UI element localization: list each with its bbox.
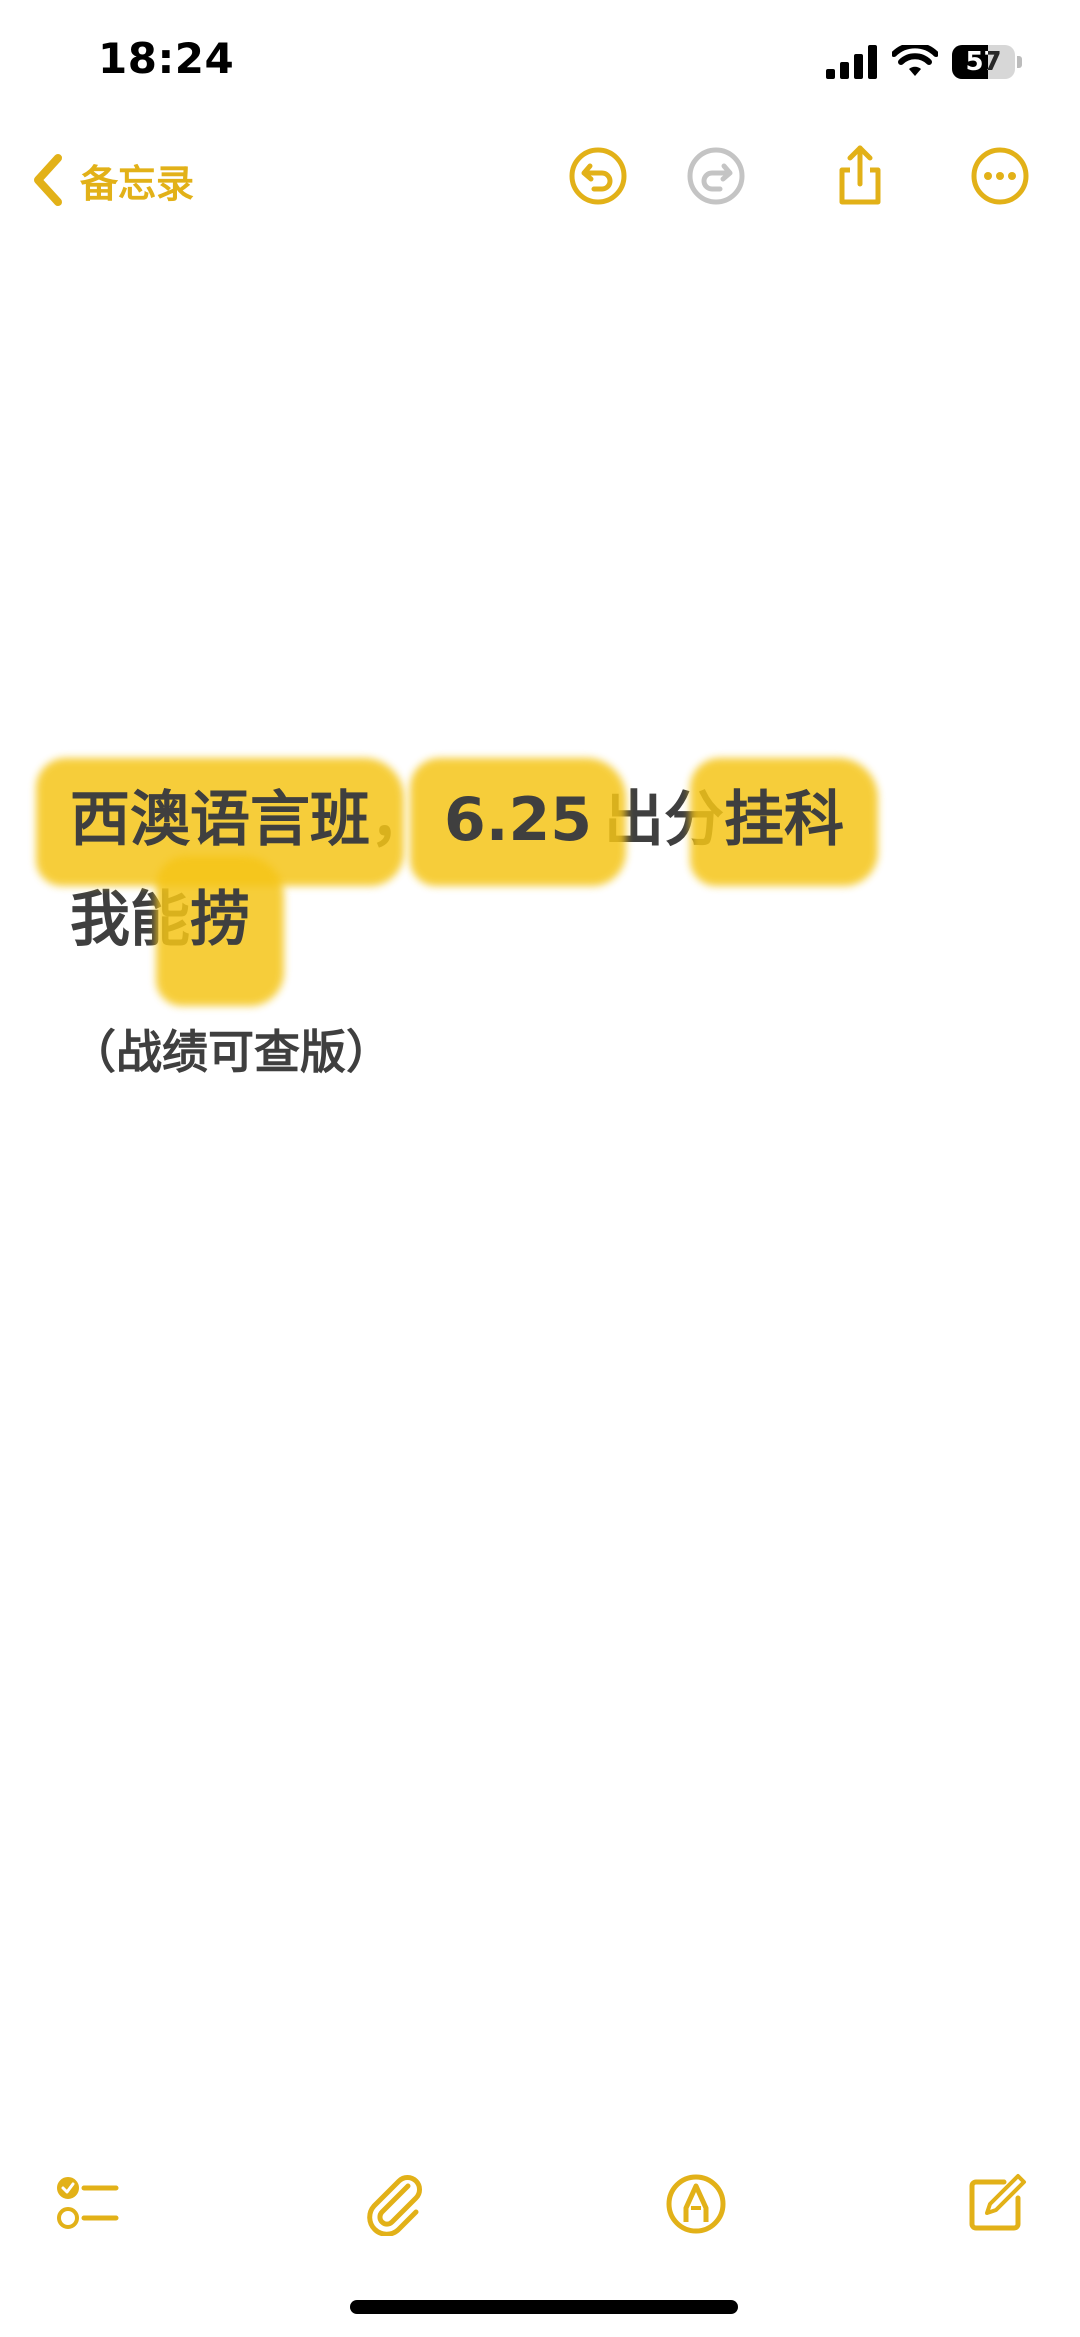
highlighted-text: 西澳语言班 bbox=[70, 770, 370, 870]
battery-body: 57 bbox=[952, 45, 1016, 79]
highlighted-text: 挂科 bbox=[724, 770, 844, 870]
wifi-icon bbox=[892, 45, 938, 76]
note-title-line-1: 西澳语言班， 6.25 出分挂科 bbox=[70, 770, 1030, 870]
back-button[interactable]: 备忘录 bbox=[30, 146, 194, 214]
nav-bar: 备忘录 bbox=[0, 130, 1080, 230]
more-icon[interactable] bbox=[968, 144, 1032, 208]
home-indicator[interactable] bbox=[350, 2300, 738, 2314]
compose-icon[interactable] bbox=[964, 2172, 1028, 2236]
highlighted-text: 捞 bbox=[190, 870, 250, 970]
battery-level: 57 bbox=[965, 47, 1002, 77]
cellular-signal-icon bbox=[826, 45, 877, 79]
chevron-left-icon bbox=[34, 154, 62, 206]
share-icon[interactable] bbox=[828, 144, 892, 208]
battery-cap bbox=[1017, 56, 1022, 68]
note-body[interactable]: 西澳语言班， 6.25 出分挂科 我能捞 （战绩可查版） bbox=[70, 770, 1030, 1082]
status-indicators: 57 bbox=[826, 42, 1022, 82]
undo-icon[interactable] bbox=[566, 144, 630, 208]
back-label: 备忘录 bbox=[80, 161, 195, 206]
attachment-icon[interactable] bbox=[364, 2172, 428, 2236]
battery-indicator: 57 bbox=[952, 45, 1022, 79]
bottom-toolbar bbox=[0, 2160, 1080, 2250]
markup-icon[interactable] bbox=[664, 2172, 728, 2236]
status-time: 18:24 bbox=[98, 34, 235, 83]
redo-icon[interactable] bbox=[684, 144, 748, 208]
highlighted-text: 6.25 bbox=[444, 770, 592, 870]
checklist-icon[interactable] bbox=[56, 2172, 120, 2236]
status-bar: 18:24 57 bbox=[0, 0, 1080, 130]
note-subtitle: （战绩可查版） bbox=[70, 1025, 392, 1079]
